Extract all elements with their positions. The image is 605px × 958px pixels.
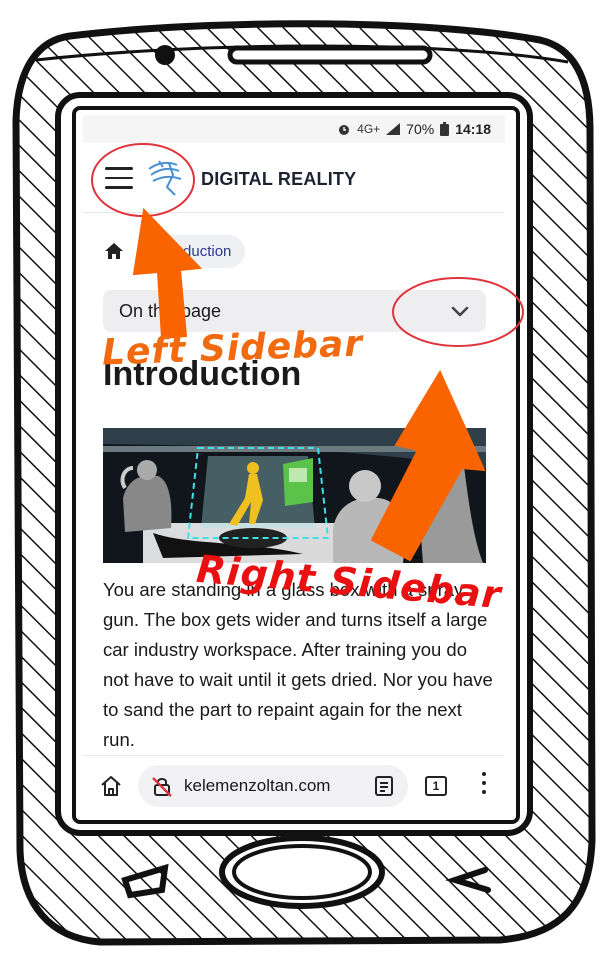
network-type: 4G+ xyxy=(357,122,381,136)
address-bar[interactable]: kelemenzoltan.com xyxy=(138,765,408,807)
tab-switcher-button[interactable]: 1 xyxy=(425,776,447,796)
site-header: DIGITAL REALITY xyxy=(83,143,505,213)
chevron-down-icon[interactable] xyxy=(448,299,472,323)
breadcrumb: Introduction xyxy=(103,233,246,269)
on-this-page-label: On this page xyxy=(119,300,222,321)
logo-icon[interactable] xyxy=(143,157,187,199)
hero-image xyxy=(103,428,486,563)
battery-icon xyxy=(440,122,450,136)
battery-percent: 70% xyxy=(406,121,435,137)
alarm-icon xyxy=(339,125,350,135)
reader-mode-icon[interactable] xyxy=(374,776,394,796)
browser-home-icon[interactable] xyxy=(99,774,123,798)
browser-toolbar: kelemenzoltan.com 1 xyxy=(83,755,505,815)
site-title[interactable]: DIGITAL REALITY xyxy=(201,169,356,190)
signal-icon xyxy=(386,123,401,135)
url-text: kelemenzoltan.com xyxy=(184,776,331,795)
phone-screen: 4G+ 70% 14:18 DIGITAL REALITY Introducti… xyxy=(83,115,505,815)
hamburger-icon[interactable] xyxy=(105,167,133,191)
breadcrumb-current[interactable]: Introduction xyxy=(139,234,246,268)
clock: 14:18 xyxy=(455,121,491,137)
more-vert-icon[interactable] xyxy=(479,772,489,800)
home-icon[interactable] xyxy=(103,240,125,262)
status-bar: 4G+ 70% 14:18 xyxy=(83,115,505,143)
not-secure-lock-icon[interactable] xyxy=(150,775,174,797)
